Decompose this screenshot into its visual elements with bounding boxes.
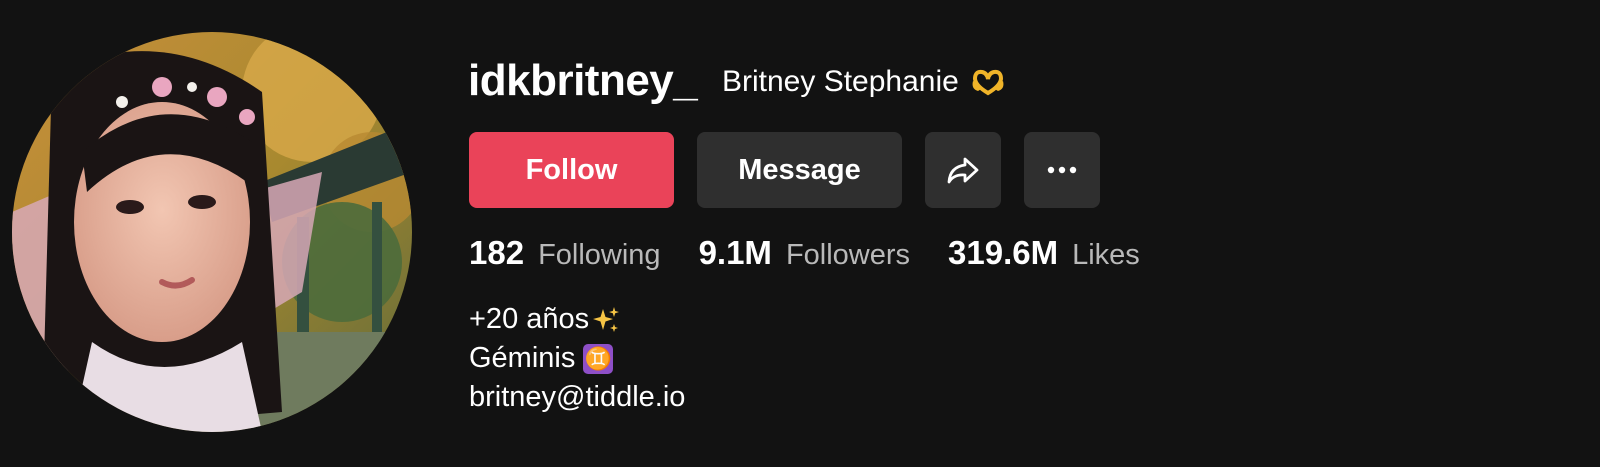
bio-line: britney@tiddle.io (469, 378, 685, 417)
more-icon (1047, 166, 1077, 174)
stat-following[interactable]: 182 Following (469, 234, 661, 272)
stat-label: Followers (785, 239, 911, 271)
username: idkbritney_ (468, 56, 698, 105)
stat-label: Likes (1072, 239, 1140, 271)
sparkles-icon (593, 306, 620, 332)
display-name-row: Britney Stephanie (722, 62, 1007, 102)
bio-age: +20 años (469, 303, 590, 335)
bio-line: +20 años (469, 300, 685, 339)
heart-hands-icon (972, 69, 1004, 96)
stat-value: 319.6M (948, 234, 1059, 271)
profile-stats: 182 Following 9.1M Followers 319.6M Like… (469, 234, 1178, 278)
follow-button[interactable]: Follow (469, 132, 674, 208)
bio-sign: Géminis (469, 342, 576, 374)
bio: +20 años Géminis ♊ britney@tiddle.io (469, 300, 685, 417)
message-button[interactable]: Message (697, 132, 902, 208)
more-button[interactable] (1024, 132, 1100, 208)
gemini-icon: ♊ (583, 343, 614, 374)
share-button[interactable] (925, 132, 1001, 208)
stat-label: Following (538, 239, 661, 271)
avatar[interactable] (12, 32, 412, 432)
display-name: Britney Stephanie (722, 65, 959, 98)
stat-value: 9.1M (698, 234, 772, 271)
profile-photo (12, 32, 412, 432)
stat-followers[interactable]: 9.1M Followers (699, 234, 910, 272)
bio-email: britney@tiddle.io (469, 381, 686, 413)
stat-value: 182 (469, 234, 525, 271)
stat-likes: 319.6M Likes (948, 234, 1140, 272)
bio-line: Géminis ♊ (469, 339, 685, 378)
share-icon (947, 157, 979, 184)
